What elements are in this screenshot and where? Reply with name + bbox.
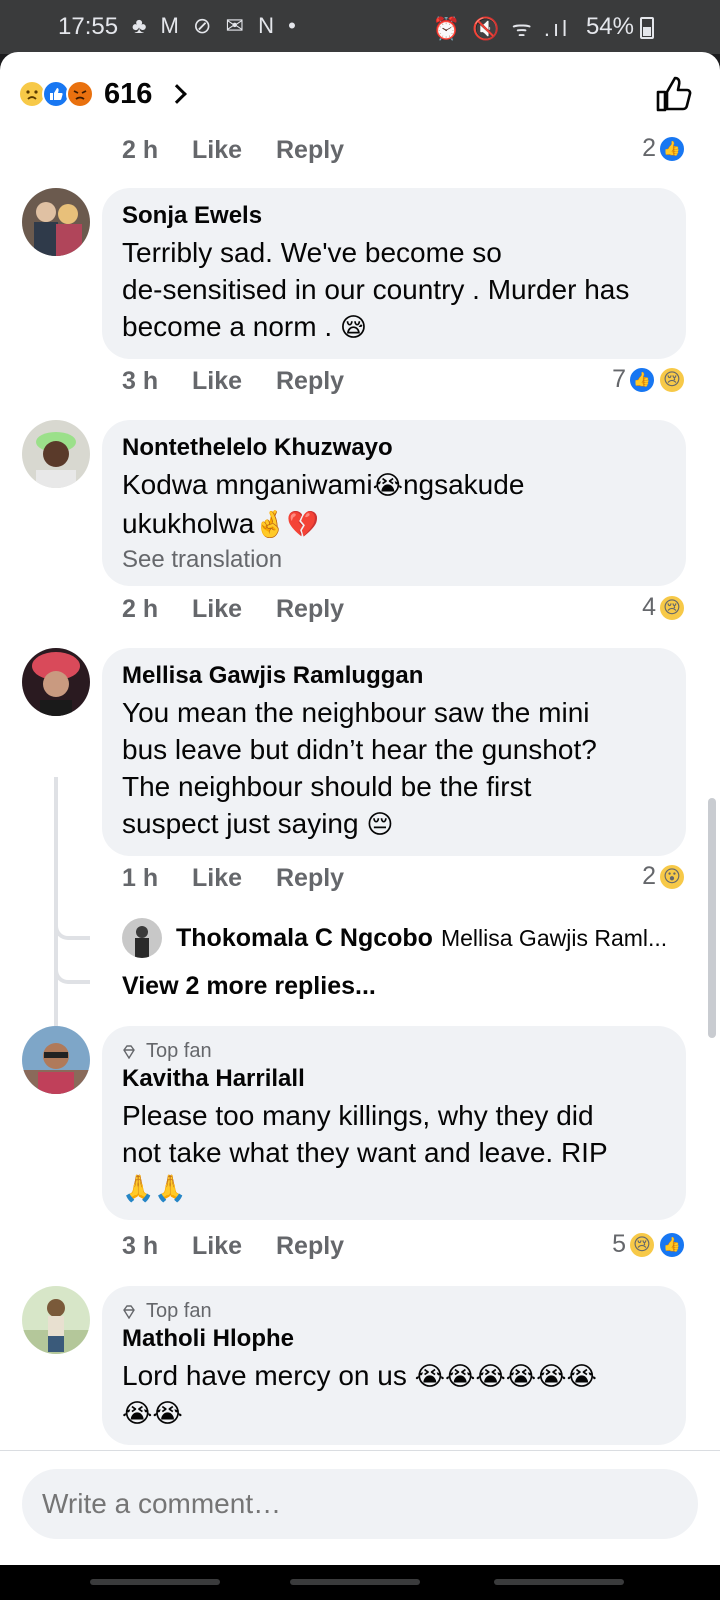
angry-icon: [66, 80, 94, 108]
comment-time: 3 h: [122, 367, 159, 395]
diamond-icon: [123, 1304, 135, 1319]
avatar[interactable]: [22, 1286, 90, 1354]
comments-sheet: 616 2 h Like Reply 2 👍 Sonja Ewels Terri…: [0, 52, 720, 1600]
like-comment-button[interactable]: Like: [192, 136, 276, 165]
comment-reactions[interactable]: 4 😢: [642, 593, 686, 622]
like-comment-button[interactable]: Like: [192, 367, 276, 396]
comment-text: Please too many killings, why they did n…: [122, 1097, 666, 1208]
reply-comment-button[interactable]: Reply: [276, 367, 344, 396]
like-comment-button[interactable]: Like: [192, 595, 276, 624]
reply-text: Mellisa Gawjis Raml...: [440, 924, 668, 951]
avatar[interactable]: [22, 420, 90, 488]
like-comment-button[interactable]: Like: [192, 1232, 276, 1261]
status-time: 17:55: [58, 13, 119, 40]
reply-preview[interactable]: Thokomala C Ngcobo Mellisa Gawjis Raml..…: [122, 918, 667, 958]
system-icons: ⏰ 🔇 ᯤ .ıl: [432, 16, 570, 41]
top-fan-badge: Top fan: [122, 1040, 666, 1063]
nav-recents-handle[interactable]: [90, 1579, 220, 1585]
comment-reaction-count: 5: [612, 1230, 626, 1258]
comment-text: Terribly sad. We've become so de-sensiti…: [122, 237, 630, 343]
comment-reaction-count: 2: [642, 862, 656, 890]
thumbs-up-icon: [656, 76, 692, 112]
avatar[interactable]: [22, 648, 90, 716]
comment-bubble: Mellisa Gawjis Ramluggan You mean the ne…: [102, 648, 686, 856]
comment-meta: 2 h Like Reply: [122, 595, 344, 624]
comment-time: 2 h: [122, 595, 159, 623]
crying-emoji: 😭😭😭😭😭😭: [414, 1362, 597, 1392]
like-icon: 👍: [658, 1230, 686, 1259]
battery-percent: 54%: [585, 13, 634, 40]
comment-meta: 3 h Like Reply: [122, 1232, 344, 1261]
comment-reactions[interactable]: 2 👍: [642, 134, 686, 163]
comment-reactions[interactable]: 7 👍 😢: [612, 365, 686, 394]
fingers-crossed-broken-heart-emoji: 🤞💔: [254, 510, 320, 540]
crying-emoji: 😭: [372, 471, 403, 501]
view-more-replies-link[interactable]: View 2 more replies...: [122, 972, 376, 1001]
chevron-right-icon: [167, 84, 188, 104]
crying-emoji: 😭😭: [122, 1399, 183, 1429]
battery-icon: [640, 17, 654, 39]
comment-author[interactable]: Sonja Ewels: [122, 202, 666, 230]
thread-connector: [54, 914, 90, 940]
scrollbar[interactable]: [708, 798, 716, 1038]
nav-back-handle[interactable]: [494, 1579, 624, 1585]
comment-author[interactable]: Mellisa Gawjis Ramluggan: [122, 662, 666, 690]
comment-bubble: Sonja Ewels Terribly sad. We've become s…: [102, 188, 686, 359]
comment-text: Kodwa mnganiwami😭ngsakude ukukholwa🤞💔: [122, 469, 525, 540]
comment-meta: 3 h Like Reply: [122, 367, 344, 396]
thread-connector: [54, 958, 90, 984]
like-comment-button[interactable]: Like: [192, 864, 276, 893]
reaction-count: 616: [104, 77, 153, 110]
comment-bubble: Nontethelelo Khuzwayo Kodwa mnganiwami😭n…: [102, 420, 686, 586]
comment-input[interactable]: [22, 1469, 698, 1539]
avatar[interactable]: [22, 188, 90, 256]
comment-bubble: Top fan Kavitha Harrilall Please too man…: [102, 1026, 686, 1220]
reply-comment-button[interactable]: Reply: [276, 595, 344, 624]
see-translation-link[interactable]: See translation: [122, 546, 666, 574]
sad-icon: 😢: [658, 593, 686, 622]
like-icon: 👍: [628, 365, 656, 394]
relieved-emoji: 😔: [366, 810, 394, 840]
comment-bubble: Top fan Matholi Hlophe Lord have mercy o…: [102, 1286, 686, 1445]
comment-author[interactable]: Matholi Hlophe: [122, 1325, 666, 1353]
comment-time: 2 h: [122, 136, 159, 164]
comment-text: Lord have mercy on us 😭😭😭😭😭😭 😭😭: [122, 1357, 666, 1433]
comment-meta: 2 h Like Reply: [122, 136, 344, 165]
comment-reactions[interactable]: 5 😢 👍: [612, 1230, 686, 1259]
thread-line: [54, 777, 58, 1035]
comment-meta: 1 h Like Reply: [122, 864, 344, 893]
reply-author[interactable]: Thokomala C Ngcobo: [176, 924, 433, 953]
praying-hands-emoji: 🙏🙏: [122, 1174, 187, 1204]
comment-author[interactable]: Nontethelelo Khuzwayo: [122, 434, 666, 462]
comment-text: You mean the neighbour saw the mini bus …: [122, 697, 597, 840]
avatar[interactable]: [22, 1026, 90, 1094]
like-icon: 👍: [658, 134, 686, 163]
notification-icons: ♣ M ⊘ ✉ N •: [132, 13, 300, 38]
avatar: [122, 918, 162, 958]
comment-time: 3 h: [122, 1232, 159, 1260]
sleepy-emoji: 😪: [339, 313, 367, 343]
nav-home-handle[interactable]: [290, 1579, 420, 1585]
reply-comment-button[interactable]: Reply: [276, 864, 344, 893]
wow-icon: 😮: [658, 862, 686, 891]
system-nav-bar: [0, 1565, 720, 1600]
sad-icon: 😢: [658, 365, 686, 394]
like-post-button[interactable]: [654, 74, 694, 114]
comment-author[interactable]: Kavitha Harrilall: [122, 1065, 666, 1093]
status-bar: 17:55 ♣ M ⊘ ✉ N • ⏰ 🔇 ᯤ .ıl 54%: [0, 0, 720, 54]
reply-comment-button[interactable]: Reply: [276, 136, 344, 165]
comment-reaction-count: 7: [612, 365, 626, 393]
comment-time: 1 h: [122, 864, 159, 892]
comment-reactions[interactable]: 2 😮: [642, 862, 686, 891]
diamond-icon: [123, 1044, 135, 1059]
sad-icon: 😢: [628, 1230, 656, 1259]
top-fan-badge: Top fan: [122, 1300, 666, 1323]
comment-reaction-count: 4: [642, 593, 656, 621]
comment-reaction-count: 2: [642, 134, 656, 162]
reactions-summary[interactable]: 616: [18, 74, 188, 114]
reply-comment-button[interactable]: Reply: [276, 1232, 344, 1261]
